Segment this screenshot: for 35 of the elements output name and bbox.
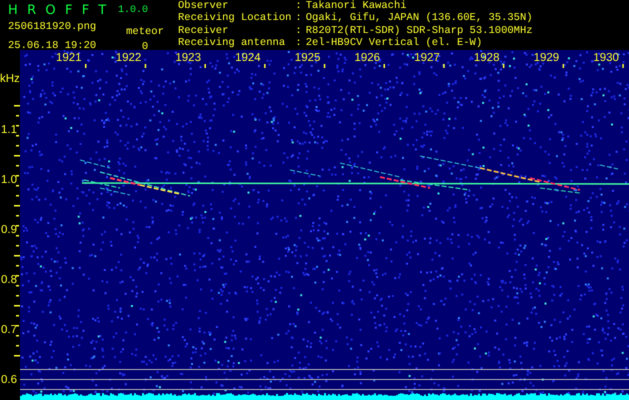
time-tick-label: 1925 <box>294 52 320 64</box>
meteor-label: meteor <box>126 26 164 38</box>
app-version: 1.0.0 <box>118 5 148 16</box>
app-title: HROFFT <box>8 3 116 18</box>
info-value: 2el-HB9CV Vertical (el. E-W) <box>306 38 484 50</box>
info-label: Receiving Location <box>178 13 292 25</box>
frequency-tick-label: 0.7 <box>1 324 17 336</box>
frequency-tick-label: 1.0 <box>1 174 17 186</box>
time-tick-label: 1929 <box>534 52 560 64</box>
separator: : <box>295 38 302 50</box>
file-name: 2506181920.png <box>8 21 98 33</box>
time-tick-label: 1921 <box>56 52 82 64</box>
frequency-tick-label: 1.1 <box>1 124 17 136</box>
info-label: Receiving antenna <box>178 38 286 50</box>
time-tick-label: 1922 <box>116 52 142 64</box>
frequency-tick-label: 0.6 <box>1 374 17 386</box>
info-value: Ogaki, Gifu, JAPAN (136.60E, 35.35N) <box>306 13 533 25</box>
time-tick-label: 1924 <box>235 52 261 64</box>
time-tick-label: 1928 <box>474 52 500 64</box>
axis-unit: kHz <box>0 73 20 85</box>
time-tick-label: 1927 <box>414 52 440 64</box>
info-value: R820T2(RTL-SDR) SDR-Sharp 53.1000MHz <box>306 26 533 37</box>
time-tick-label: 1926 <box>354 52 380 64</box>
separator: : <box>295 13 302 26</box>
separator: : <box>295 26 302 38</box>
info-label: Receiver <box>178 26 230 37</box>
info-label: Observer <box>178 1 230 12</box>
separator: : <box>295 1 302 14</box>
time-tick-label: 1930 <box>593 52 619 64</box>
info-value: Takanori Kawachi <box>306 1 408 12</box>
time-tick-label: 1923 <box>175 52 201 64</box>
frequency-tick-label: 0.8 <box>1 274 17 286</box>
frequency-tick-label: 0.9 <box>1 224 17 236</box>
meteor-count: 0 <box>142 41 148 53</box>
date-time: 25.06.18 19:20 <box>8 40 98 52</box>
